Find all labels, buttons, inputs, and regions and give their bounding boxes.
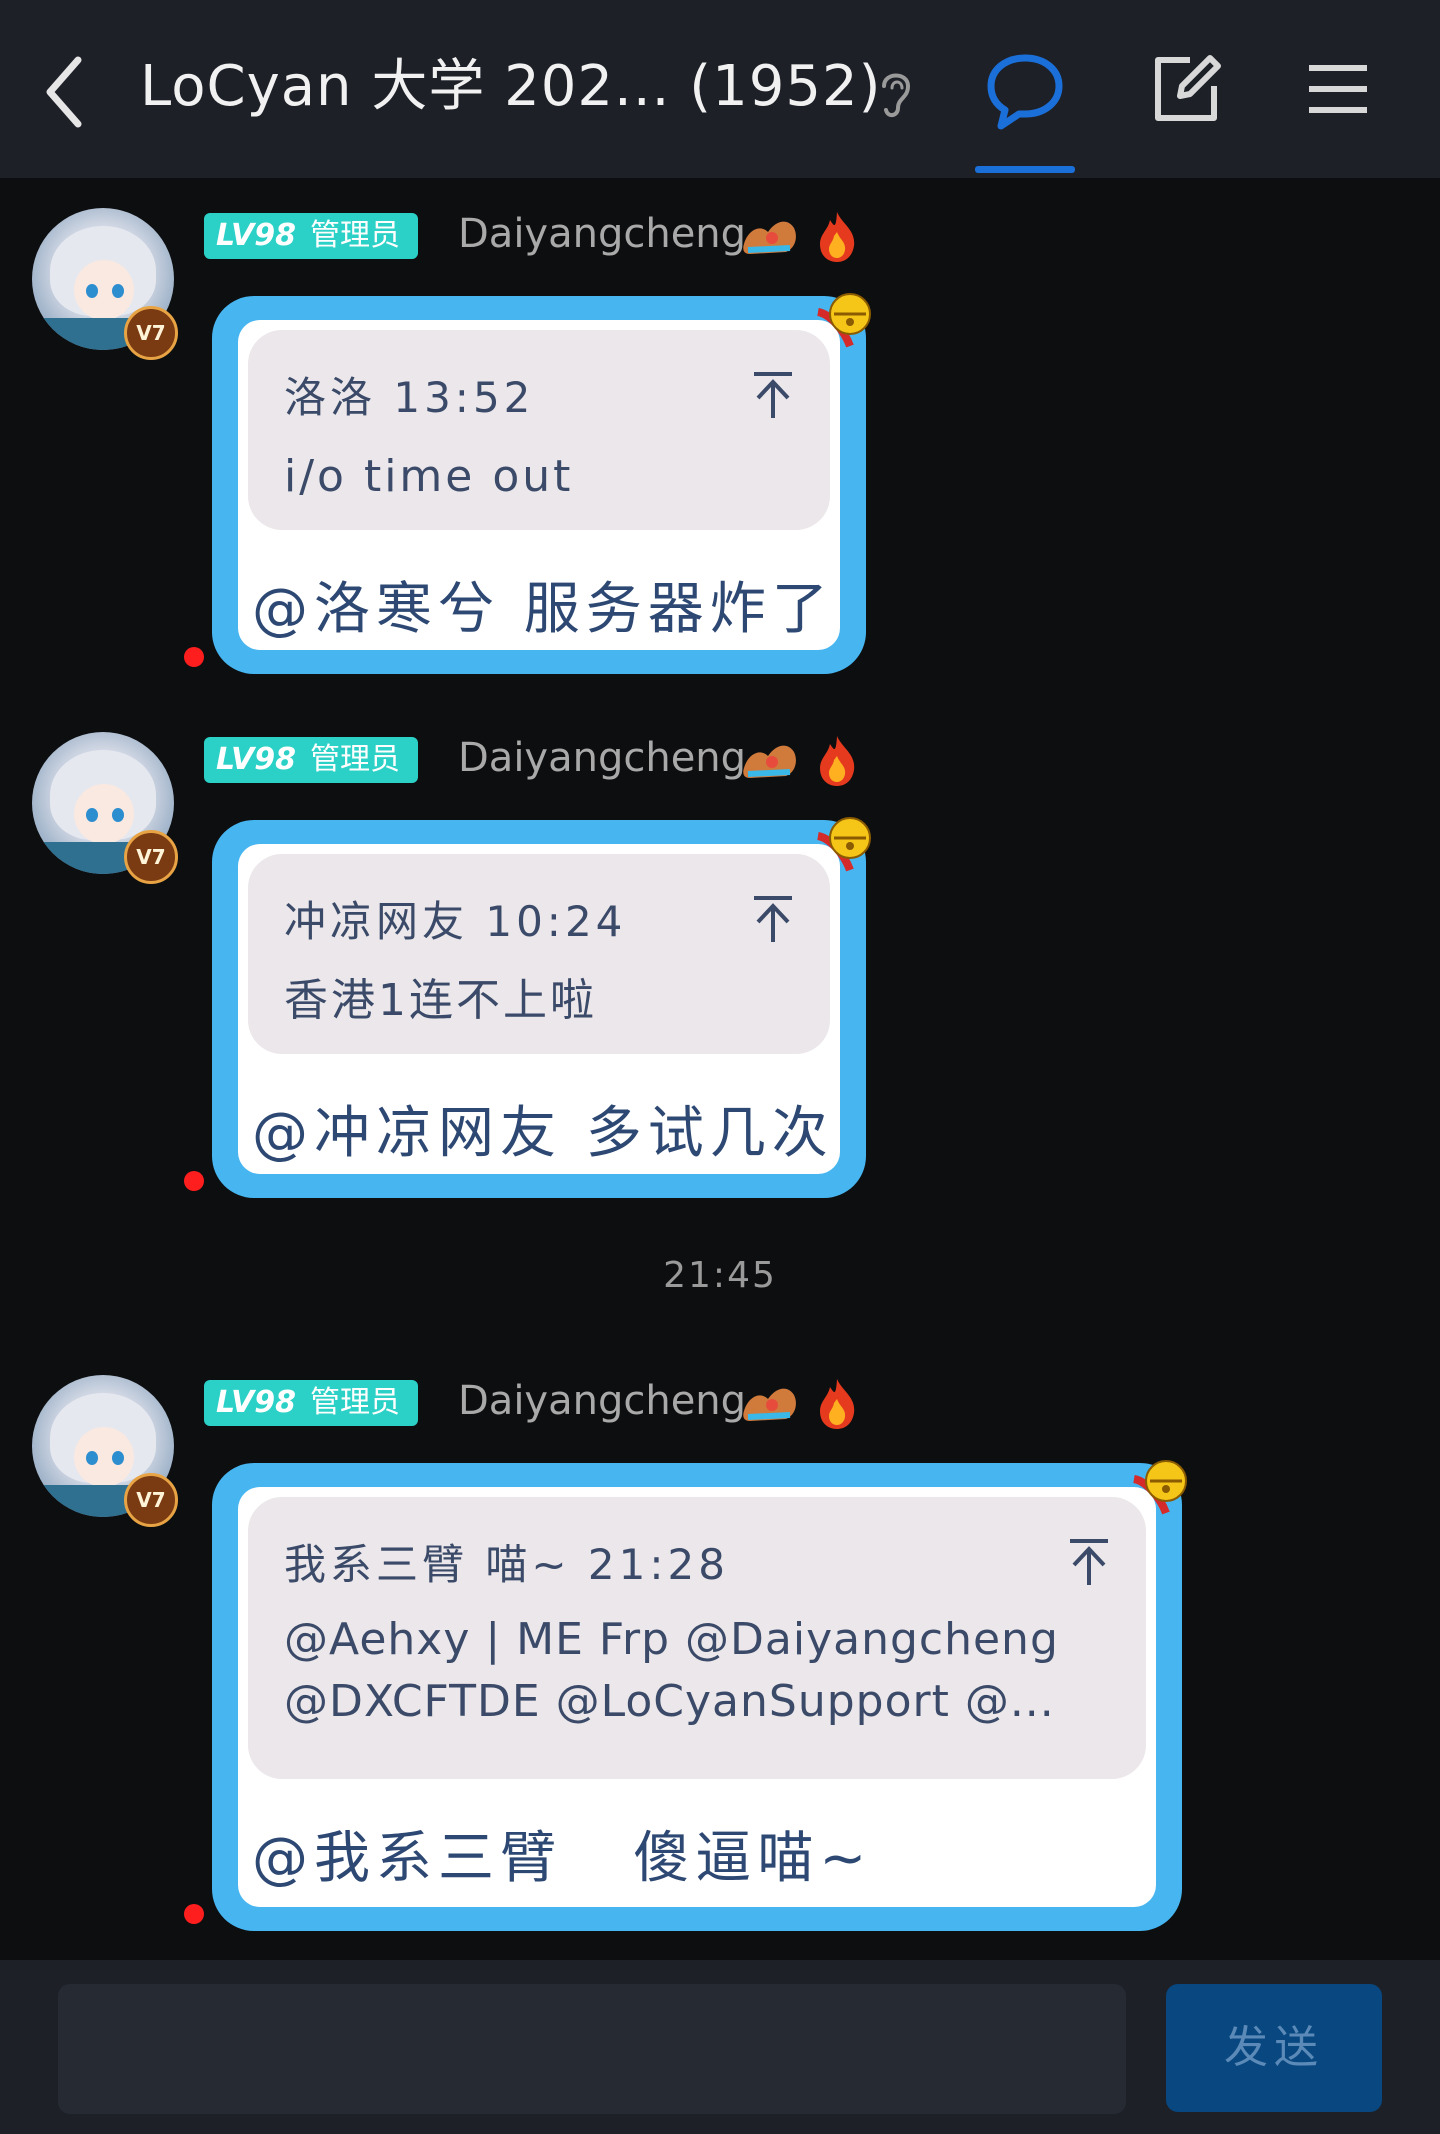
edit-icon[interactable] <box>1150 52 1222 124</box>
time-divider: 21:45 <box>663 1255 777 1296</box>
jump-to-top-icon[interactable] <box>750 370 796 420</box>
level-label: LV98 <box>216 218 296 253</box>
ear-icon <box>882 73 911 117</box>
quote-text: 香港1连不上啦 <box>284 975 597 1026</box>
bell-icon <box>816 817 871 872</box>
fire-icon <box>820 212 855 262</box>
quote-author-time: 洛洛 13:52 <box>284 373 535 422</box>
message-bubble[interactable]: 我系三臂 喵~ 21:28 @Aehxy | ME Frp @Daiyangch… <box>212 1460 1187 1931</box>
level-tag: LV98 管理员 <box>204 213 418 259</box>
unread-dot <box>184 647 204 667</box>
message-input[interactable] <box>58 1984 1126 2114</box>
bubble-content: 洛洛 13:52 i/o time out @洛寒兮 服务器炸了 <box>238 320 840 650</box>
username[interactable]: Daiyangcheng <box>458 208 746 260</box>
level-tag: LV98 管理员 <box>204 1380 418 1426</box>
username[interactable]: Daiyangcheng <box>458 1375 746 1427</box>
vip-badge: V7 <box>124 306 178 360</box>
composer-bar: 发送 <box>0 1960 1440 2134</box>
level-label: LV98 <box>216 742 296 777</box>
send-button[interactable]: 发送 <box>1166 1984 1382 2112</box>
reply-text: @洛寒兮 服务器炸了 <box>252 577 834 642</box>
jump-to-top-icon[interactable] <box>1066 1537 1112 1587</box>
quote-author-time: 我系三臂 喵~ 21:28 <box>284 1540 729 1589</box>
quoted-message[interactable]: 冲凉网友 10:24 香港1连不上啦 <box>248 854 830 1054</box>
fire-icon <box>820 736 855 786</box>
chat-icon[interactable] <box>985 52 1065 130</box>
role-label: 管理员 <box>309 742 400 777</box>
quote-text: i/o time out <box>284 451 574 502</box>
unread-dot <box>184 1171 204 1191</box>
bell-icon <box>816 293 871 348</box>
bubble-content: 我系三臂 喵~ 21:28 @Aehxy | ME Frp @Daiyangch… <box>238 1487 1156 1907</box>
reply-text: @冲凉网友 多试几次 <box>252 1101 834 1166</box>
shoe-icon <box>743 1388 796 1421</box>
message-bubble[interactable]: 冲凉网友 10:24 香港1连不上啦 @冲凉网友 多试几次 <box>212 817 871 1198</box>
quote-author-time: 冲凉网友 10:24 <box>284 897 627 946</box>
message-bubble[interactable]: 洛洛 13:52 i/o time out @洛寒兮 服务器炸了 <box>212 293 871 674</box>
back-arrow-icon[interactable] <box>40 52 90 132</box>
vip-badge: V7 <box>124 830 178 884</box>
shoe-icon <box>743 745 796 778</box>
level-tag: LV98 管理员 <box>204 737 418 783</box>
quoted-message[interactable]: 洛洛 13:52 i/o time out <box>248 330 830 530</box>
unread-dot <box>184 1904 204 1924</box>
username[interactable]: Daiyangcheng <box>458 732 746 784</box>
vip-badge: V7 <box>124 1473 178 1527</box>
fire-icon <box>820 1379 855 1429</box>
reply-text: @我系三臂 傻逼喵~ <box>252 1826 873 1891</box>
chat-title[interactable]: LoCyan 大学 202... (1952) <box>140 52 881 122</box>
menu-icon[interactable] <box>1307 62 1369 116</box>
role-label: 管理员 <box>309 1385 400 1420</box>
chat-header: LoCyan 大学 202... (1952) <box>0 0 1440 178</box>
quote-text-line-2: @DXCFTDE @LoCyanSupport @... <box>284 1676 1055 1727</box>
shoe-icon <box>743 221 796 254</box>
level-label: LV98 <box>216 1385 296 1420</box>
jump-to-top-icon[interactable] <box>750 894 796 944</box>
bubble-content: 冲凉网友 10:24 香港1连不上啦 @冲凉网友 多试几次 <box>238 844 840 1174</box>
bell-icon <box>1132 1460 1187 1515</box>
role-label: 管理员 <box>309 218 400 253</box>
quoted-message[interactable]: 我系三臂 喵~ 21:28 @Aehxy | ME Frp @Daiyangch… <box>248 1497 1146 1779</box>
active-tab-indicator <box>975 166 1075 173</box>
quote-text-line-1: @Aehxy | ME Frp @Daiyangcheng <box>284 1614 1059 1665</box>
